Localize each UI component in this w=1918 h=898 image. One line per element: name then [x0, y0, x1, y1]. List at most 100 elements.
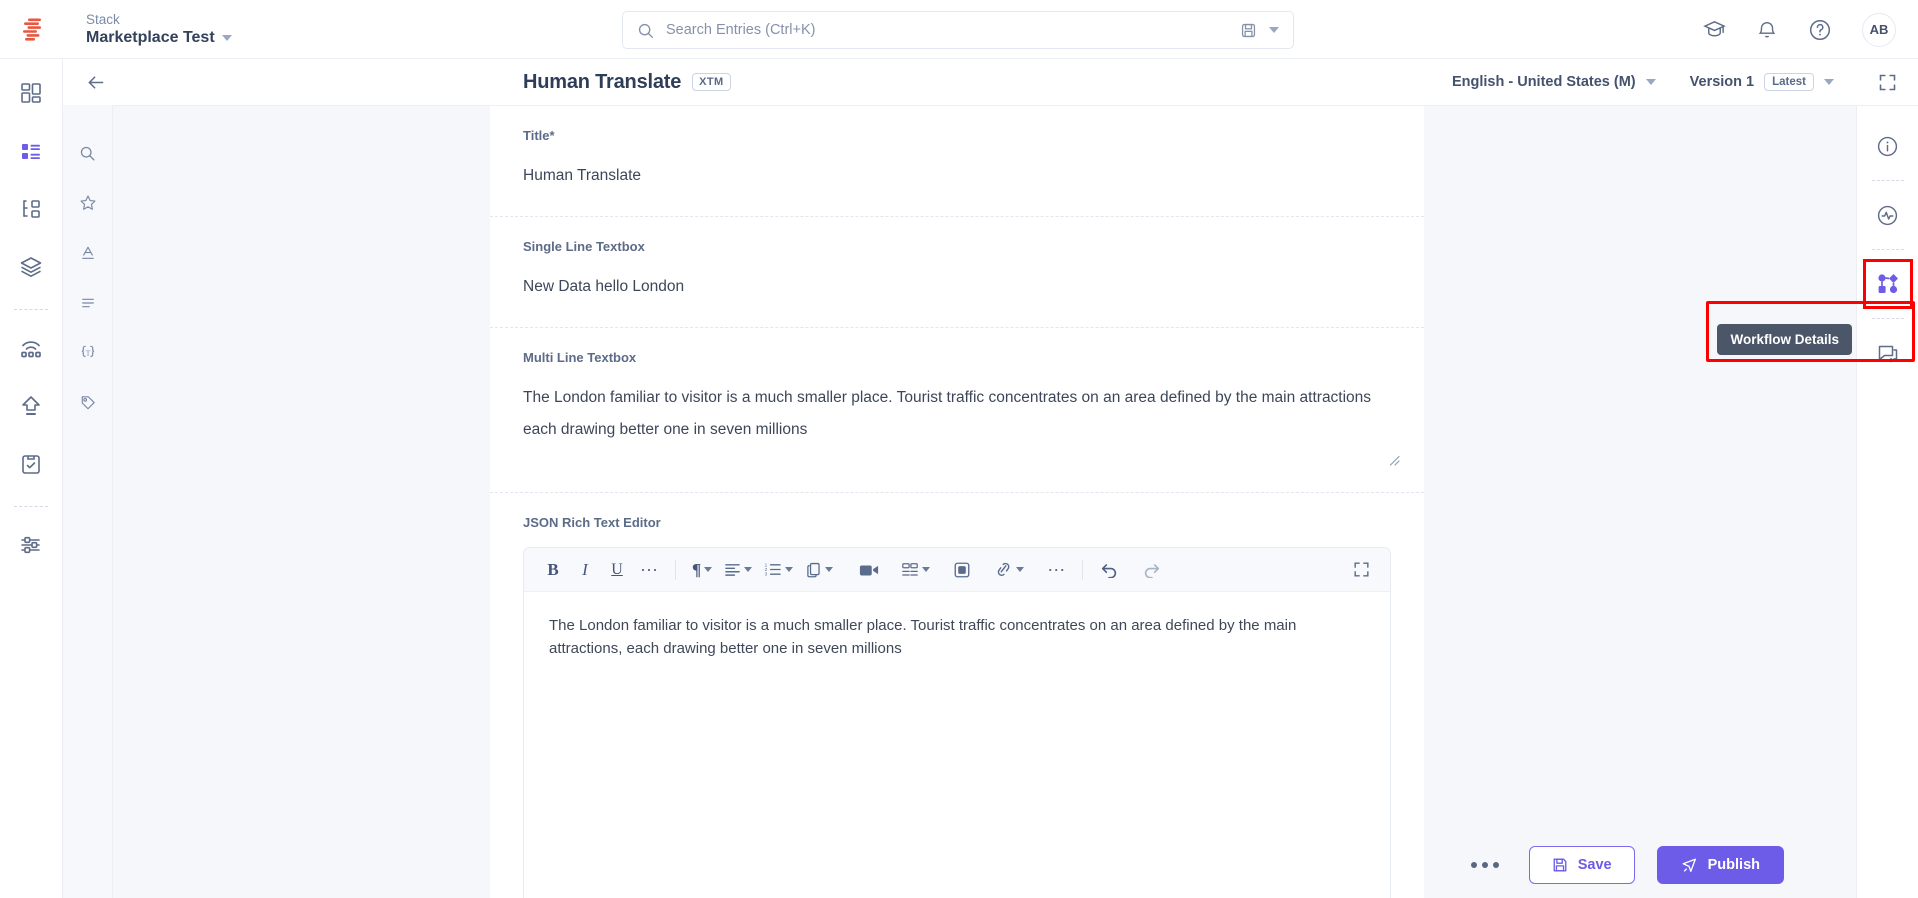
saved-views-icon[interactable] — [1240, 22, 1257, 39]
rail-divider-2 — [14, 506, 48, 507]
field-label: Single Line Textbox — [523, 239, 645, 254]
chevron-down-icon — [1645, 79, 1656, 85]
table-button[interactable] — [896, 555, 935, 585]
sidebar-item-settings[interactable] — [9, 523, 53, 567]
stack-name: Marketplace Test — [86, 28, 215, 46]
publish-label: Publish — [1707, 857, 1760, 873]
list-button[interactable]: 1 2 3 — [759, 555, 798, 585]
sidebar-item-live-preview[interactable] — [9, 326, 53, 370]
title-input[interactable]: Human Translate — [523, 160, 1391, 192]
right-rail-divider-3 — [1871, 318, 1904, 319]
more-tools-button[interactable]: ⋯ — [1041, 555, 1071, 585]
resize-handle[interactable] — [1389, 455, 1400, 466]
sidebar-item-publish-queue[interactable] — [9, 384, 53, 428]
workflow-details-tooltip: Workflow Details — [1717, 324, 1852, 355]
underline-button[interactable]: U — [602, 555, 632, 585]
locale-selector[interactable]: English - United States (M) — [1452, 74, 1656, 90]
publish-button[interactable]: Publish — [1656, 846, 1784, 884]
copy-paste-button[interactable] — [800, 555, 838, 585]
search-dropdown-icon[interactable] — [1269, 27, 1279, 33]
tag-icon[interactable] — [72, 387, 104, 419]
embed-button[interactable] — [947, 555, 977, 585]
svg-text:T: T — [85, 349, 90, 358]
stack-switcher[interactable]: Stack Marketplace Test — [86, 11, 232, 48]
top-bar-actions: AB — [1703, 0, 1896, 59]
search-icon[interactable] — [72, 137, 104, 169]
chevron-down-icon — [744, 567, 753, 572]
version-label: Version 1 — [1689, 74, 1755, 90]
link-button[interactable] — [989, 555, 1029, 585]
toolbar-divider-2 — [1082, 559, 1084, 580]
paragraph-style-button[interactable]: ¶ — [687, 555, 717, 585]
fullscreen-button[interactable] — [1346, 555, 1376, 585]
bell-icon[interactable] — [1756, 19, 1778, 41]
latest-badge: Latest — [1764, 73, 1814, 91]
left-navigation-rail — [0, 59, 63, 898]
help-circle-icon[interactable] — [1808, 18, 1832, 42]
search-icon — [637, 22, 654, 39]
right-rail-divider-2 — [1871, 249, 1904, 250]
sidebar-item-assets[interactable] — [9, 245, 53, 289]
field-multi-line-textbox: Multi Line Textbox The London familiar t… — [490, 328, 1424, 493]
chevron-down-icon — [704, 567, 713, 572]
bold-button[interactable]: B — [538, 555, 568, 585]
locale-label: English - United States (M) — [1451, 74, 1636, 90]
top-bar: Stack Marketplace Test Search Entries (C… — [0, 0, 1918, 59]
sidebar-item-dashboard[interactable] — [9, 71, 53, 115]
chevron-down-icon — [221, 34, 232, 41]
back-button[interactable] — [73, 59, 117, 106]
graduation-cap-icon[interactable] — [1703, 18, 1726, 41]
chevron-down-icon — [825, 567, 834, 572]
field-single-line-textbox: Single Line Textbox New Data hello Londo… — [490, 217, 1424, 328]
avatar[interactable]: AB — [1862, 12, 1896, 47]
avatar-initials: AB — [1869, 22, 1889, 37]
chevron-down-icon — [922, 567, 931, 572]
page-header: Human Translate XTM English - United Sta… — [63, 59, 1918, 106]
search-input[interactable] — [666, 22, 1228, 38]
sidebar-item-entries[interactable] — [9, 129, 53, 173]
field-label: Title* — [523, 128, 555, 143]
stack-name-row: Marketplace Test — [86, 28, 232, 48]
toolbar-divider — [675, 559, 676, 580]
video-button[interactable] — [854, 555, 884, 585]
version-selector[interactable]: Version 1 Latest — [1690, 73, 1834, 91]
text-field-icon[interactable] — [72, 237, 104, 269]
save-button[interactable]: Save — [1528, 846, 1635, 884]
chevron-down-icon — [1016, 567, 1025, 572]
page-title: Human Translate — [523, 70, 682, 93]
json-braces-icon[interactable]: T — [72, 337, 104, 369]
entry-action-bar: Save Publish — [113, 832, 1856, 898]
more-options-button[interactable] — [1463, 854, 1507, 876]
rte-content[interactable]: The London familiar to visitor is a much… — [524, 592, 1390, 682]
italic-button[interactable]: I — [570, 555, 600, 585]
xtm-badge: XTM — [692, 73, 731, 91]
more-format-button[interactable]: ⋯ — [634, 555, 664, 585]
field-label: Multi Line Textbox — [523, 350, 637, 365]
fullscreen-button[interactable] — [1864, 59, 1910, 106]
info-icon[interactable] — [1866, 124, 1910, 168]
align-button[interactable] — [719, 555, 757, 585]
chevron-down-icon — [1824, 79, 1834, 85]
sidebar-item-hierarchy[interactable] — [9, 187, 53, 231]
page-header-actions: English - United States (M) Version 1 La… — [1452, 59, 1918, 106]
search-bar[interactable] — [622, 11, 1294, 49]
sidebar-item-audit-log[interactable] — [9, 442, 53, 486]
single-line-input[interactable]: New Data hello London — [523, 271, 1391, 303]
activity-pulse-icon[interactable] — [1866, 193, 1910, 237]
redo-button[interactable] — [1136, 555, 1166, 585]
field-navigation-rail: T — [63, 105, 113, 898]
multi-line-input[interactable]: The London familiar to visitor is a much… — [523, 382, 1391, 446]
undo-button[interactable] — [1094, 555, 1124, 585]
chevron-down-icon — [785, 567, 794, 572]
publish-icon — [1681, 857, 1698, 874]
rail-divider — [14, 309, 48, 310]
save-icon — [1552, 857, 1568, 873]
comments-icon[interactable] — [1866, 331, 1910, 375]
star-icon[interactable] — [72, 187, 104, 219]
contentstack-logo[interactable] — [0, 0, 64, 59]
field-label: JSON Rich Text Editor — [523, 515, 661, 530]
rte-toolbar: B I U ⋯ ¶ 1 2 3 ⋯ — [524, 548, 1390, 592]
page-title-group: Human Translate XTM — [523, 71, 731, 94]
multiline-icon[interactable] — [72, 287, 104, 319]
workflow-details-icon[interactable] — [1862, 259, 1913, 309]
